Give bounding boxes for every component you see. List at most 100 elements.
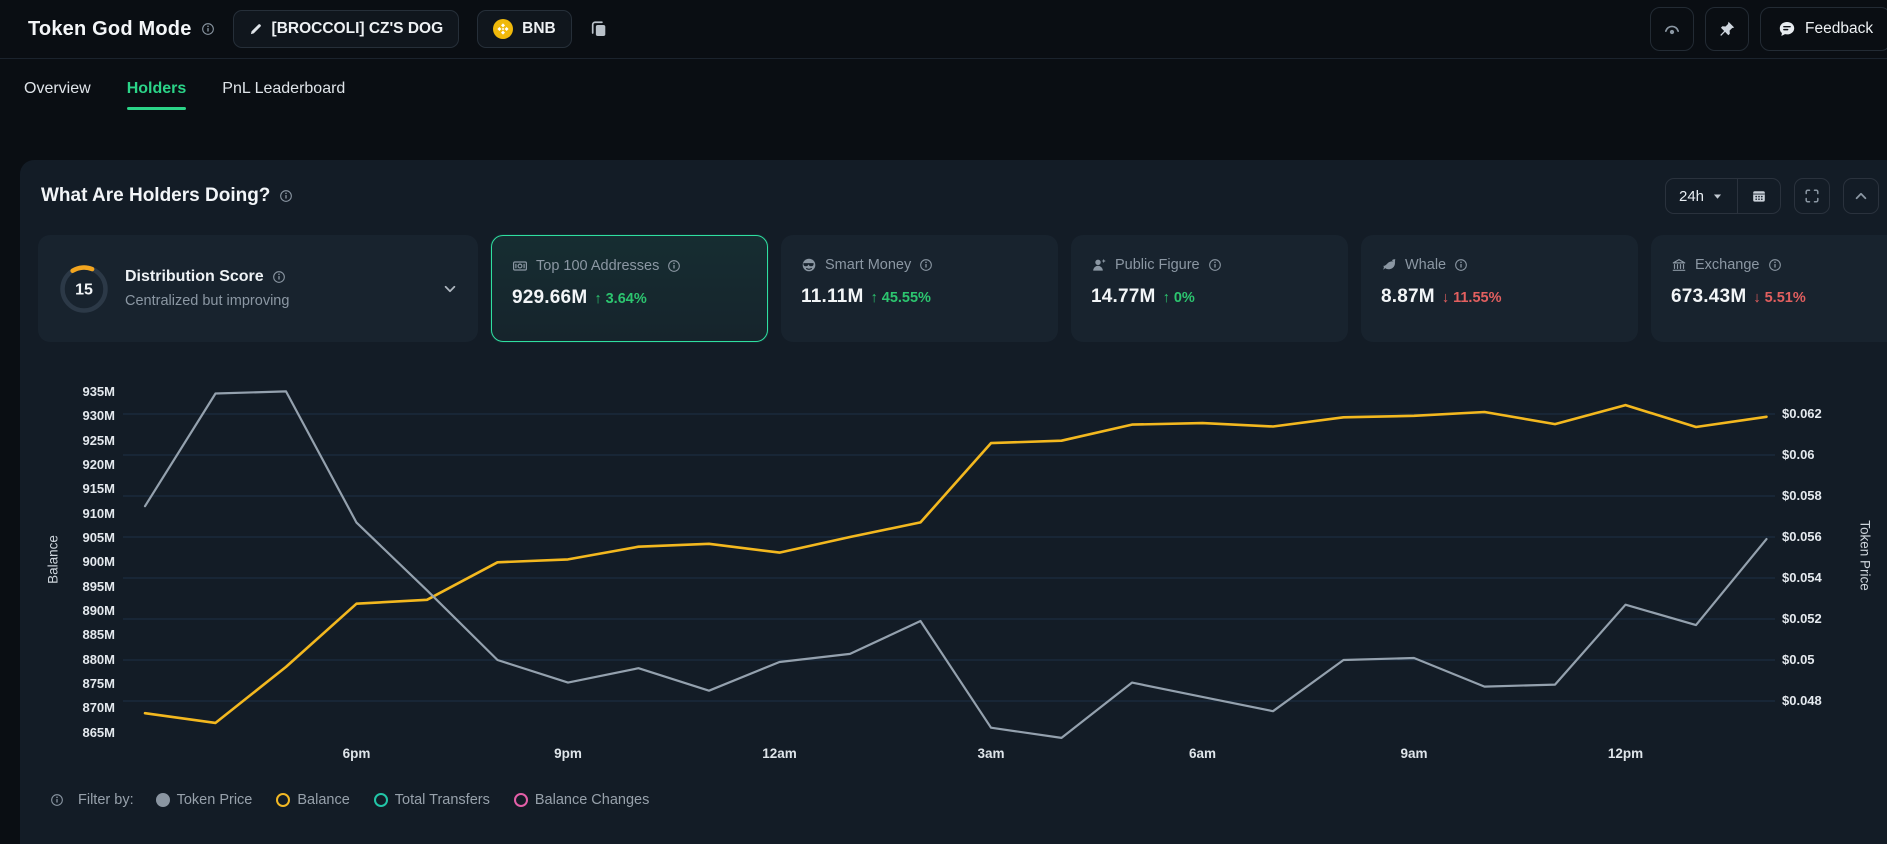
stat-value: 673.43M: [1671, 286, 1746, 308]
chevron-up-icon: [1853, 188, 1869, 204]
left-axis-title: Balance: [46, 500, 61, 620]
distribution-score-gauge: 15: [58, 263, 110, 315]
info-icon[interactable]: [667, 259, 681, 273]
timeframe-value: 24h: [1679, 188, 1704, 205]
x-tick: 12pm: [1591, 746, 1661, 761]
y-tick-left: 930M: [20, 407, 115, 425]
calendar-icon: [1751, 188, 1767, 204]
info-icon[interactable]: [919, 258, 933, 272]
tab-bar: Overview Holders PnL Leaderboard: [0, 59, 1887, 118]
watch-icon: [1663, 20, 1681, 38]
filter-by-label: Filter by:: [78, 792, 134, 808]
y-tick-left: 920M: [20, 456, 115, 474]
chart-legend: Filter by: Token Price Balance Total Trans…: [50, 792, 659, 808]
feedback-label: Feedback: [1805, 20, 1873, 38]
feedback-button[interactable]: Feedback: [1760, 7, 1887, 51]
y-tick-left: 890M: [20, 602, 115, 620]
y-tick-left: 865M: [20, 724, 115, 742]
chat-bubble-icon: [1778, 20, 1796, 38]
bnb-logo-icon: [493, 19, 513, 39]
info-icon[interactable]: [1768, 258, 1782, 272]
stat-value: 14.77M: [1091, 286, 1156, 308]
stat-change-up: ↑ 45.55%: [870, 290, 930, 306]
calendar-button[interactable]: [1738, 179, 1780, 213]
watchlist-button[interactable]: [1650, 7, 1694, 51]
pencil-icon: [249, 22, 263, 36]
tab-holders[interactable]: Holders: [127, 59, 187, 118]
stat-change-down: ↓ 11.55%: [1442, 290, 1502, 306]
y-tick-right: $0.06: [1782, 446, 1815, 464]
x-tick: 12am: [745, 746, 815, 761]
legend-item-balance-changes[interactable]: Balance Changes: [514, 792, 649, 808]
holders-chart-svg: [20, 360, 1887, 780]
collapse-button[interactable]: [1843, 178, 1879, 214]
chevron-down-icon[interactable]: [442, 281, 458, 297]
fullscreen-button[interactable]: [1794, 178, 1830, 214]
stat-change-down: ↓ 5.51%: [1753, 290, 1805, 306]
token-selector-button[interactable]: [BROCCOLI] CZ'S DOG: [233, 10, 460, 48]
stats-row: 15 Distribution Score Centralized but im…: [38, 235, 1887, 342]
stat-card-whale[interactable]: Whale8.87M↓ 11.55%: [1361, 235, 1638, 342]
y-tick-right: $0.054: [1782, 569, 1822, 587]
x-tick: 6pm: [322, 746, 392, 761]
x-tick: 9am: [1379, 746, 1449, 761]
y-tick-left: 895M: [20, 578, 115, 596]
y-tick-left: 925M: [20, 432, 115, 450]
y-tick-right: $0.048: [1782, 692, 1822, 710]
y-tick-left: 880M: [20, 651, 115, 669]
copy-address-button[interactable]: [590, 20, 608, 38]
holders-panel: What Are Holders Doing? 24h 15: [20, 160, 1887, 844]
stat-card-exchange[interactable]: Exchange673.43M↓ 5.51%: [1651, 235, 1887, 342]
stat-change-up: ↑ 3.64%: [594, 291, 646, 307]
y-tick-left: 885M: [20, 626, 115, 644]
y-tick-left: 870M: [20, 699, 115, 717]
stat-card-smart-money[interactable]: Smart Money11.11M↑ 45.55%: [781, 235, 1058, 342]
info-icon[interactable]: [272, 270, 286, 284]
stat-value: 929.66M: [512, 287, 587, 309]
legend-label: Balance: [297, 792, 349, 808]
legend-swatch: [276, 793, 290, 807]
timeframe-pill: 24h: [1665, 178, 1781, 214]
y-tick-right: $0.052: [1782, 610, 1822, 628]
y-tick-left: 935M: [20, 383, 115, 401]
y-tick-right: $0.058: [1782, 487, 1822, 505]
info-icon[interactable]: [50, 793, 64, 807]
info-icon[interactable]: [201, 22, 215, 36]
app-header: Token God Mode [BROCCOLI] CZ'S DOG BNB F…: [0, 0, 1887, 59]
public-figure-icon: [1091, 257, 1107, 273]
series-line-token-price: [145, 391, 1767, 738]
stat-card-top-100-addresses[interactable]: Top 100 Addresses 929.66M ↑ 3.64%: [491, 235, 768, 342]
y-tick-left: 915M: [20, 480, 115, 498]
y-tick-left: 900M: [20, 553, 115, 571]
tab-pnl-leaderboard[interactable]: PnL Leaderboard: [222, 59, 345, 118]
distribution-score-card[interactable]: 15 Distribution Score Centralized but im…: [38, 235, 478, 342]
info-icon[interactable]: [1454, 258, 1468, 272]
stat-change-up: ↑ 0%: [1163, 290, 1195, 306]
x-tick: 6am: [1168, 746, 1238, 761]
legend-label: Balance Changes: [535, 792, 649, 808]
y-tick-left: 875M: [20, 675, 115, 693]
legend-item-balance[interactable]: Balance: [276, 792, 349, 808]
y-tick-right: $0.05: [1782, 651, 1815, 669]
stat-label: Public Figure: [1115, 257, 1200, 273]
pin-button[interactable]: [1705, 7, 1749, 51]
right-axis-title: Token Price: [1858, 496, 1873, 616]
chain-selector-button[interactable]: BNB: [477, 10, 572, 48]
stat-label: Whale: [1405, 257, 1446, 273]
caret-down-icon: [1711, 190, 1724, 203]
legend-item-token-price[interactable]: Token Price: [156, 792, 253, 808]
stat-label: Top 100 Addresses: [536, 258, 659, 274]
stat-value: 11.11M: [801, 286, 863, 308]
fullscreen-icon: [1804, 188, 1820, 204]
x-tick: 3am: [956, 746, 1026, 761]
info-icon[interactable]: [279, 189, 293, 203]
chain-name: BNB: [522, 20, 556, 38]
info-icon[interactable]: [1208, 258, 1222, 272]
tab-overview[interactable]: Overview: [24, 59, 91, 118]
panel-controls: 24h: [1665, 178, 1879, 214]
stat-card-public-figure[interactable]: Public Figure 14.77M ↑ 0%: [1071, 235, 1348, 342]
pin-icon: [1718, 20, 1736, 38]
legend-swatch: [514, 793, 528, 807]
legend-item-total-transfers[interactable]: Total Transfers: [374, 792, 490, 808]
timeframe-select[interactable]: 24h: [1666, 179, 1737, 213]
